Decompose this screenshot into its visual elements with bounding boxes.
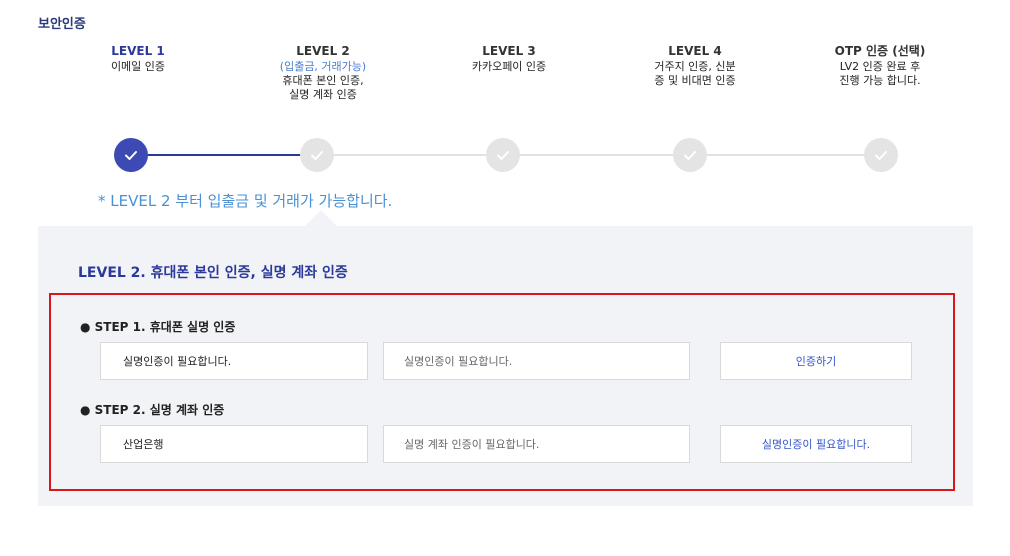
step-1-status-field[interactable]: 실명인증이 필요합니다. <box>383 342 690 380</box>
level-list: LEVEL 1 이메일 인증 LEVEL 2 (입출금, 거래가능) 휴대폰 본… <box>38 44 973 124</box>
step-otp-circle <box>864 138 898 172</box>
level-3-title: LEVEL 3 <box>482 44 536 58</box>
step-3-circle <box>486 138 520 172</box>
step-4-circle <box>673 138 707 172</box>
step-1-name-field[interactable]: 실명인증이 필요합니다. <box>100 342 368 380</box>
step-2-label: ● STEP 2. 실명 계좌 인증 <box>80 403 225 417</box>
level-progress <box>38 138 973 172</box>
panel-title: LEVEL 2. 휴대폰 본인 인증, 실명 계좌 인증 <box>78 265 348 281</box>
trading-notice: * LEVEL 2 부터 입출금 및 거래가 가능합니다. <box>98 192 393 210</box>
level-2: LEVEL 2 (입출금, 거래가능) 휴대폰 본인 인증, 실명 계좌 인증 <box>253 44 393 102</box>
panel-pointer <box>305 210 337 226</box>
checkmark-icon <box>125 151 137 160</box>
checkmark-icon <box>497 151 509 160</box>
level-3: LEVEL 3 카카오페이 인증 <box>439 44 579 74</box>
step-2-bank-field[interactable]: 산업은행 <box>100 425 368 463</box>
level-1: LEVEL 1 이메일 인증 <box>68 44 208 74</box>
step-2-circle <box>300 138 334 172</box>
checkmark-icon <box>311 151 323 160</box>
progress-line-pending <box>316 154 885 156</box>
level-2-panel: LEVEL 2. 휴대폰 본인 인증, 실명 계좌 인증 ● STEP 1. 휴… <box>38 226 973 506</box>
level-otp-title: OTP 인증 (선택) <box>834 44 926 58</box>
level-3-desc: 카카오페이 인증 <box>471 60 547 73</box>
level-1-desc: 이메일 인증 <box>110 60 166 73</box>
step-1-label: ● STEP 1. 휴대폰 실명 인증 <box>80 320 236 334</box>
level-otp: OTP 인증 (선택) LV2 인증 완료 후 진행 가능 합니다. <box>810 44 950 88</box>
progress-line-done <box>131 154 316 156</box>
level-2-desc: 휴대폰 본인 인증, 실명 계좌 인증 <box>282 74 364 101</box>
page-title: 보안인증 <box>38 17 86 32</box>
level-1-title: LEVEL 1 <box>111 44 165 58</box>
verify-button[interactable]: 인증하기 <box>720 342 912 380</box>
step-1-circle <box>114 138 148 172</box>
level-4-title: LEVEL 4 <box>668 44 722 58</box>
account-verify-button[interactable]: 실명인증이 필요합니다. <box>720 425 912 463</box>
level-2-title: LEVEL 2 <box>296 44 350 58</box>
level-2-sub: (입출금, 거래가능) <box>279 60 367 73</box>
step-2-account-field[interactable]: 실명 계좌 인증이 필요합니다. <box>383 425 690 463</box>
checkmark-icon <box>684 151 696 160</box>
level-4: LEVEL 4 거주지 인증, 신분 증 및 비대면 인증 <box>625 44 765 88</box>
level-otp-desc: LV2 인증 완료 후 진행 가능 합니다. <box>839 60 921 87</box>
level-4-desc: 거주지 인증, 신분 증 및 비대면 인증 <box>654 60 736 87</box>
checkmark-icon <box>875 151 887 160</box>
